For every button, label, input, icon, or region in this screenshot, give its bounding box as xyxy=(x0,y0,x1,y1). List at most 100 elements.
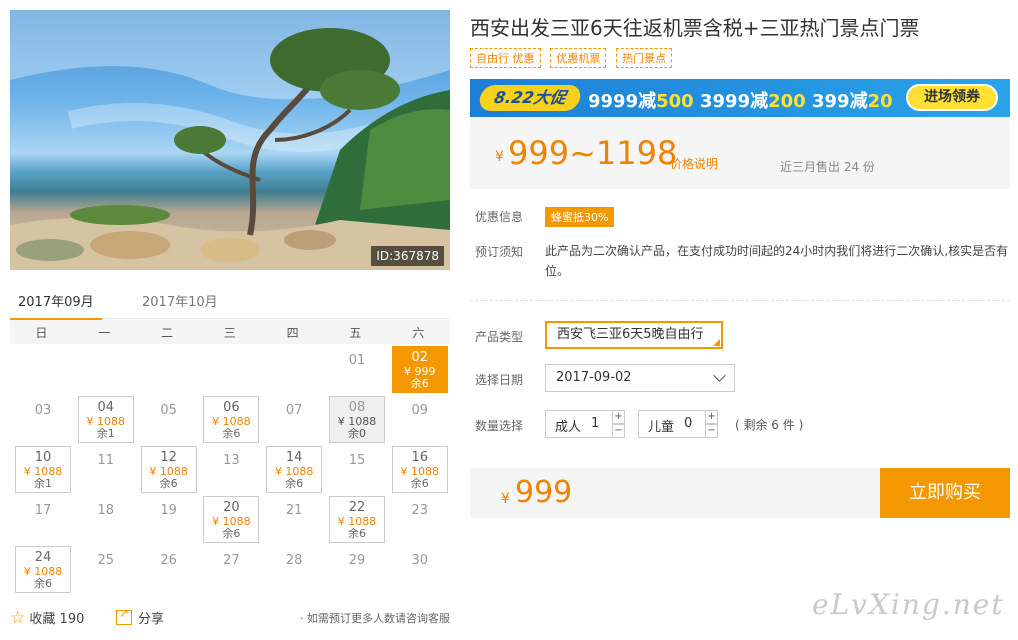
child-label: 儿童 xyxy=(648,420,675,435)
date-label: 选择日期 xyxy=(475,373,524,387)
calendar-day-20[interactable]: 20 ¥ 1088 余6 xyxy=(198,494,261,544)
day-number: 14 xyxy=(285,450,303,465)
calendar-grid: 01 02 ¥ 999 余6 03 04 ¥ 1088 余1 05 06 ¥ 1088 余6 07 08 ¥… xyxy=(10,344,450,594)
total-currency: ¥ xyxy=(501,491,510,507)
day-stock: 余0 xyxy=(348,427,366,440)
remaining-stock: ( 剩余 6 件 ) xyxy=(735,418,804,432)
calendar-day-02[interactable]: 02 ¥ 999 余6 xyxy=(387,344,450,394)
child-increment-button[interactable]: + xyxy=(705,410,718,424)
tab-month-2017-09[interactable]: 2017年09月 xyxy=(10,291,102,320)
favorite-button[interactable]: ☆ 收藏 190 xyxy=(10,608,84,628)
promo-banner[interactable]: 8.22大促 9999减500 3999减200 399减20 进场领券 xyxy=(470,79,1010,117)
product-type-option[interactable]: 西安飞三亚6天5晚自由行 xyxy=(545,321,723,349)
tag: 优惠机票 xyxy=(550,48,607,68)
calendar-day-16[interactable]: 16 ¥ 1088 余6 xyxy=(387,444,450,494)
day-stock: 余6 xyxy=(159,477,178,490)
notice-label: 预订须知 xyxy=(475,245,524,259)
calendar-day-box: 09 xyxy=(392,396,448,443)
calendar-day-box: 05 xyxy=(141,396,197,443)
calendar-day-box: 29 xyxy=(329,546,385,593)
calendar-day-14[interactable]: 14 ¥ 1088 余6 xyxy=(261,444,324,494)
child-quantity-stepper: 儿童 0 + − xyxy=(638,410,718,438)
calendar-day-box: 07 xyxy=(266,396,322,443)
share-label: 分享 xyxy=(138,612,165,627)
tab-month-2017-10[interactable]: 2017年10月 xyxy=(142,291,218,319)
calendar-day-box: 17 xyxy=(15,496,71,543)
child-quantity-input[interactable]: 0 xyxy=(684,416,692,431)
day-number: 21 xyxy=(285,503,303,518)
day-number: 05 xyxy=(160,403,177,418)
calendar-day-03: 03 xyxy=(10,394,73,444)
buy-now-button[interactable]: 立即购买 xyxy=(880,468,1010,518)
price-explanation-link[interactable]: 价格说明 xyxy=(670,155,718,172)
price-box: ¥ 999~1198 价格说明 近三月售出 24 份 xyxy=(470,117,1010,189)
adult-label: 成人 xyxy=(555,420,582,435)
calendar-day-04[interactable]: 04 ¥ 1088 余1 xyxy=(73,394,136,444)
calendar-day-box: 16 ¥ 1088 余6 xyxy=(391,446,448,493)
day-number: 03 xyxy=(34,403,52,418)
deal-text: 3999减 xyxy=(700,91,769,112)
day-number: 08 xyxy=(348,400,366,415)
calendar-day-box: 03 xyxy=(15,396,71,443)
calendar-day-box: 25 xyxy=(78,546,134,593)
promo-deal: 3999减200 xyxy=(700,87,806,113)
calendar-day-30: 30 xyxy=(387,544,450,594)
day-stock: 余6 xyxy=(410,377,429,390)
calendar-day-26: 26 xyxy=(136,544,199,594)
calendar-day-12[interactable]: 12 ¥ 1088 余6 xyxy=(136,444,199,494)
calendar-day-box: 08 ¥ 1088 余0 xyxy=(329,396,385,443)
weekday-sun: 日 xyxy=(35,326,48,340)
day-number: 22 xyxy=(348,500,366,515)
calendar-day-box: 21 xyxy=(266,496,322,543)
share-button[interactable]: 分享 xyxy=(116,606,165,627)
day-stock: 余6 xyxy=(34,577,52,590)
day-number: 27 xyxy=(223,553,240,568)
calendar-day-06[interactable]: 06 ¥ 1088 余6 xyxy=(198,394,261,444)
calendar-day-box: 24 ¥ 1088 余6 xyxy=(15,546,71,593)
day-stock: 余1 xyxy=(34,477,52,490)
day-number: 15 xyxy=(348,453,366,468)
calendar-day-box: 20 ¥ 1088 余6 xyxy=(203,496,260,543)
calendar-day-01: 01 xyxy=(324,344,387,394)
calendar-day-24[interactable]: 24 ¥ 1088 余6 xyxy=(10,544,73,594)
chevron-down-icon xyxy=(713,369,726,382)
divider xyxy=(470,300,1010,301)
adult-decrement-button[interactable]: − xyxy=(612,424,625,438)
day-number: 26 xyxy=(160,553,177,568)
calendar-day-box: 26 xyxy=(141,546,197,593)
calendar-day-box: 12 ¥ 1088 余6 xyxy=(140,446,197,493)
adult-quantity-input[interactable]: 1 xyxy=(591,416,599,431)
adult-increment-button[interactable]: + xyxy=(612,410,625,424)
day-number: 04 xyxy=(97,400,115,415)
favorite-label: 收藏 xyxy=(29,612,56,627)
price-range: 999~1198 xyxy=(508,134,678,172)
calendar-day-box: 10 ¥ 1088 余1 xyxy=(15,446,71,493)
star-icon: ☆ xyxy=(10,608,26,628)
calendar-day-21: 21 xyxy=(261,494,324,544)
tag: 自由行 优惠 xyxy=(470,48,541,68)
adult-quantity-stepper: 成人 1 + − xyxy=(545,410,625,438)
child-decrement-button[interactable]: − xyxy=(705,424,718,438)
day-number: 12 xyxy=(160,450,177,465)
get-coupon-button[interactable]: 进场领券 xyxy=(906,84,998,111)
date-select-value: 2017-09-02 xyxy=(556,370,632,385)
calendar-day-29: 29 xyxy=(324,544,387,594)
discount-badge: 蜂蜜抵30% xyxy=(545,207,615,227)
day-number: 19 xyxy=(160,503,177,518)
consult-note: · 如需预订更多人数请咨询客服 xyxy=(300,612,450,625)
day-number: 17 xyxy=(34,503,52,518)
calendar-day-08[interactable]: 08 ¥ 1088 余0 xyxy=(324,394,387,444)
weekday-sat: 六 xyxy=(412,326,425,340)
calendar-day-box: 27 xyxy=(203,546,259,593)
day-number: 02 xyxy=(411,350,429,365)
sold-count: 近三月售出 24 份 xyxy=(780,160,875,174)
price-currency: ¥ xyxy=(495,149,504,165)
calendar-day-10[interactable]: 10 ¥ 1088 余1 xyxy=(10,444,73,494)
calendar-day-box: 13 xyxy=(203,446,259,493)
calendar-day-box: 01 xyxy=(329,346,385,393)
date-select[interactable]: 2017-09-02 xyxy=(545,364,735,392)
calendar-day-13: 13 xyxy=(198,444,261,494)
calendar-day-box: 06 ¥ 1088 余6 xyxy=(203,396,260,443)
calendar-day-box: 19 xyxy=(141,496,197,543)
calendar-day-22[interactable]: 22 ¥ 1088 余6 xyxy=(324,494,387,544)
